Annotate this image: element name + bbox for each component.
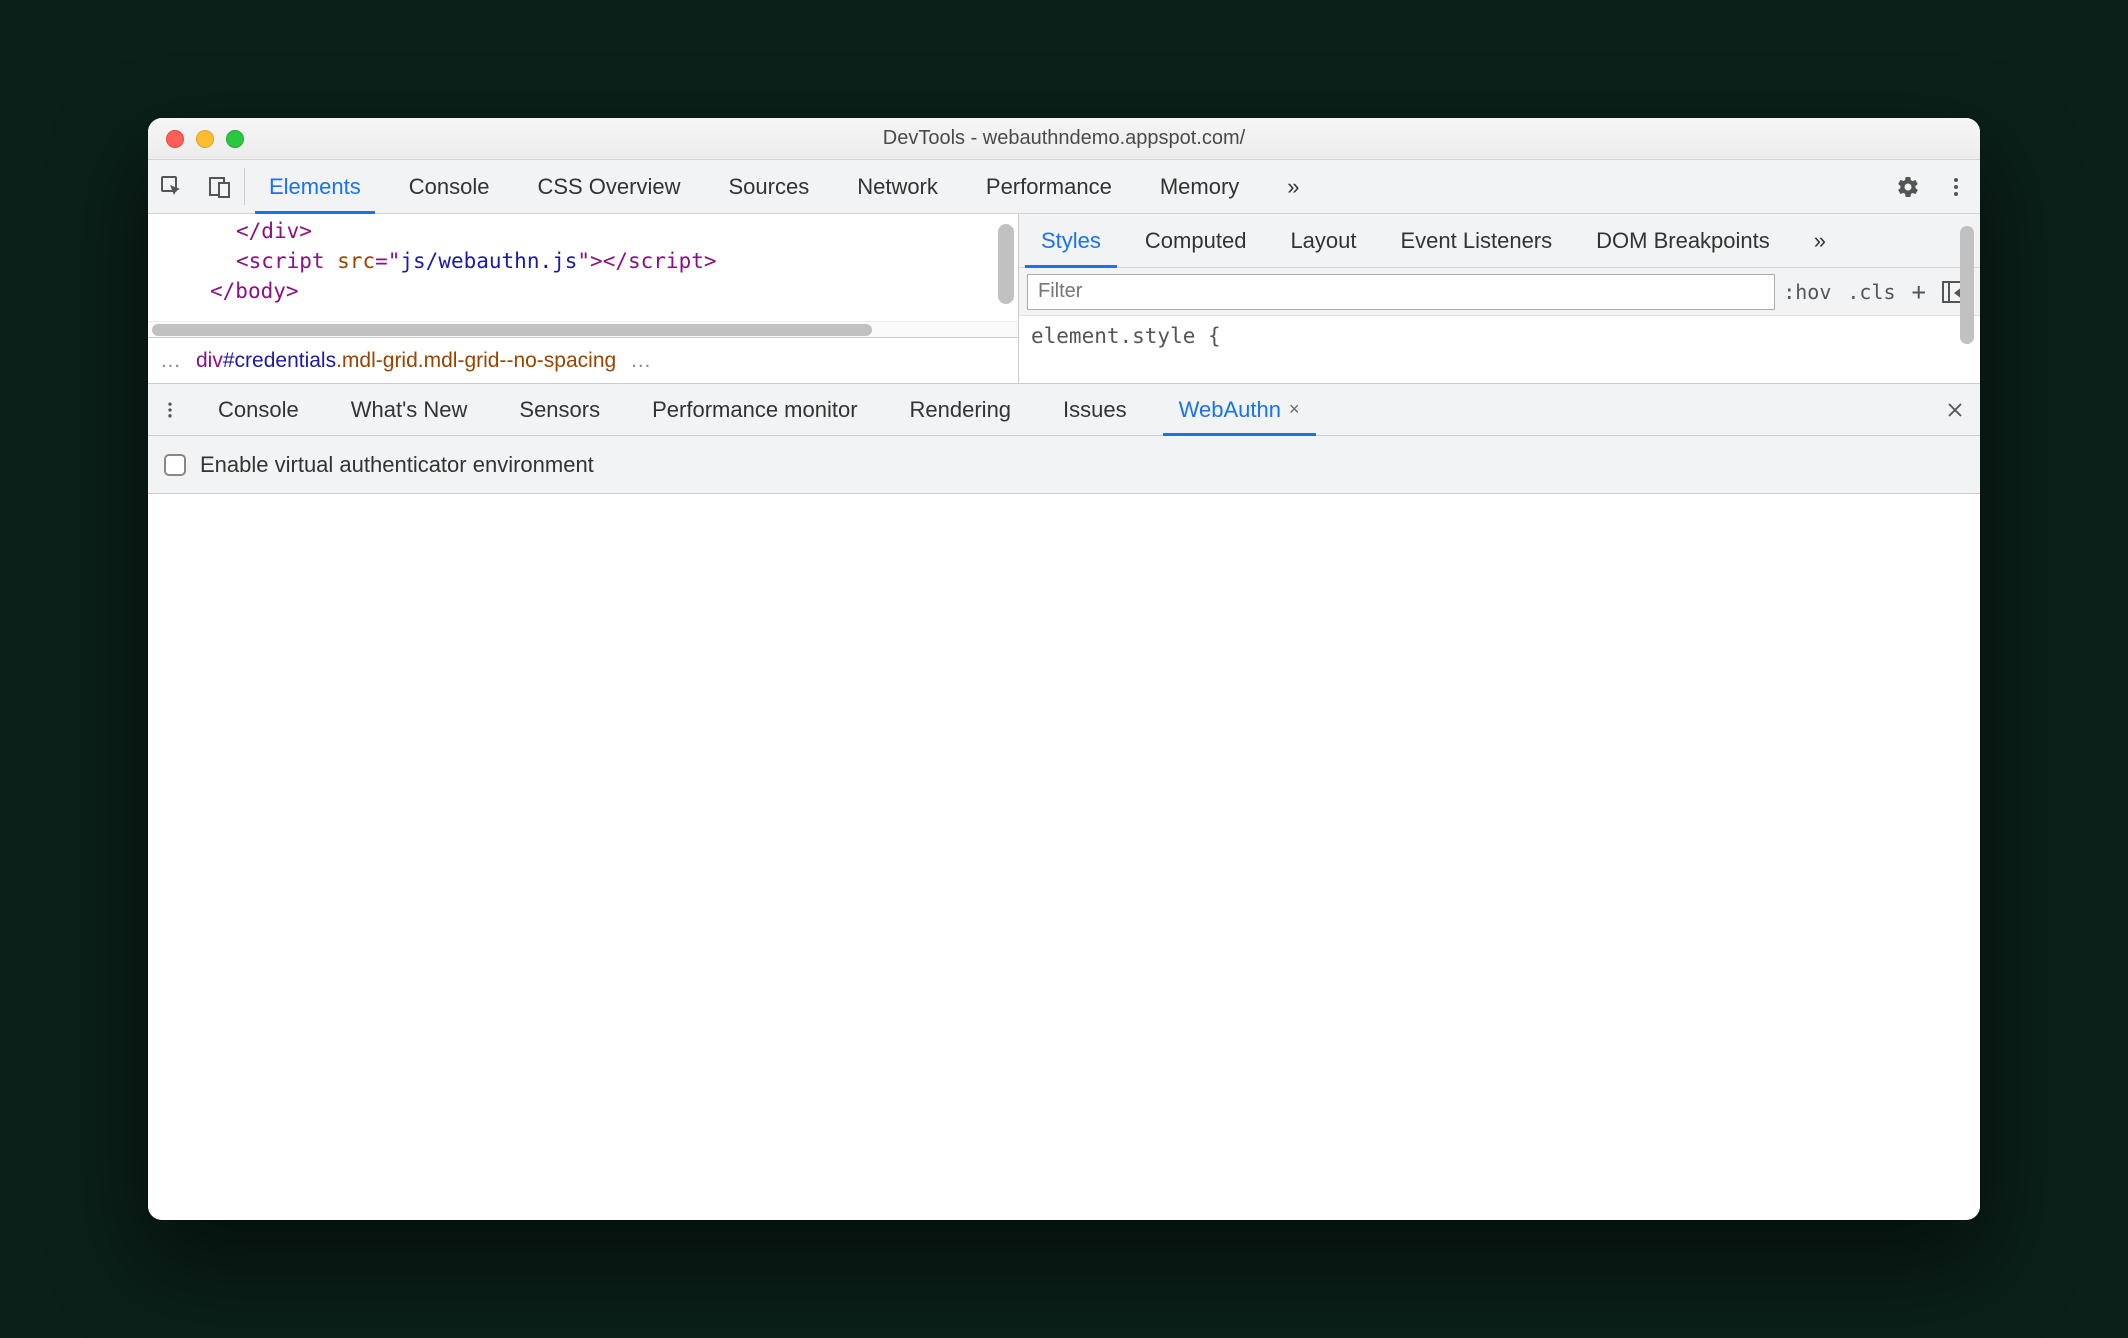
dom-tree-panel: </div> <script src="js/webauthn.js"></sc… (148, 214, 1019, 383)
breadcrumb-node[interactable]: div#credentials.mdl-grid.mdl-grid--no-sp… (196, 349, 616, 373)
maximize-window-button[interactable] (226, 130, 244, 148)
styles-panel: Styles Computed Layout Event Listeners D… (1019, 214, 1980, 383)
horizontal-scrollbar[interactable] (152, 324, 872, 336)
panel-scrollbar[interactable] (1960, 226, 1974, 344)
tab-console[interactable]: Console (385, 160, 514, 213)
kebab-menu-button[interactable] (1932, 175, 1980, 199)
webauthn-toolbar: Enable virtual authenticator environment (148, 436, 1980, 494)
more-vert-icon (160, 400, 180, 420)
tab-css-overview[interactable]: CSS Overview (513, 160, 704, 213)
minimize-window-button[interactable] (196, 130, 214, 148)
drawer-tab-perfmon[interactable]: Performance monitor (626, 384, 883, 435)
inspect-element-icon[interactable] (148, 160, 196, 213)
webauthn-empty-area (148, 494, 1980, 1220)
vertical-scrollbar[interactable] (998, 224, 1014, 304)
tab-memory[interactable]: Memory (1136, 160, 1263, 213)
dom-breadcrumb[interactable]: … div#credentials.mdl-grid.mdl-grid--no-… (148, 337, 1018, 383)
close-icon (1946, 401, 1964, 419)
styles-tools: :hov .cls + (1783, 278, 1980, 306)
drawer-tab-console[interactable]: Console (192, 384, 325, 435)
tab-event-listeners[interactable]: Event Listeners (1379, 214, 1575, 267)
enable-virtual-authenticator-checkbox[interactable] (164, 454, 186, 476)
tab-label: CSS Overview (537, 174, 680, 200)
tab-computed[interactable]: Computed (1123, 214, 1269, 267)
drawer-tab-issues[interactable]: Issues (1037, 384, 1153, 435)
drawer-tabbar: Console What's New Sensors Performance m… (148, 384, 1980, 436)
tab-performance[interactable]: Performance (962, 160, 1136, 213)
styles-filter-row: :hov .cls + (1019, 268, 1980, 316)
tab-elements[interactable]: Elements (245, 160, 385, 213)
tab-sources[interactable]: Sources (704, 160, 833, 213)
tab-label: Console (409, 174, 490, 200)
cls-toggle[interactable]: .cls (1847, 280, 1895, 304)
tab-layout[interactable]: Layout (1268, 214, 1378, 267)
tab-dom-breakpoints[interactable]: DOM Breakpoints (1574, 214, 1792, 267)
dom-source[interactable]: </div> <script src="js/webauthn.js"></sc… (148, 214, 1018, 321)
close-drawer-button[interactable] (1930, 384, 1980, 435)
more-vert-icon (1944, 175, 1968, 199)
breadcrumb-ellipsis[interactable]: … (160, 349, 182, 373)
tab-network[interactable]: Network (833, 160, 962, 213)
new-style-rule-button[interactable]: + (1912, 278, 1926, 306)
styles-filter-input[interactable] (1027, 274, 1775, 310)
window-title: DevTools - webauthndemo.appspot.com/ (148, 127, 1980, 150)
tab-label: Memory (1160, 174, 1239, 200)
window-titlebar: DevTools - webauthndemo.appspot.com/ (148, 118, 1980, 160)
settings-button[interactable] (1884, 175, 1932, 199)
elements-panel-split: </div> <script src="js/webauthn.js"></sc… (148, 214, 1980, 384)
device-toolbar-icon[interactable] (196, 160, 244, 213)
drawer-tab-whatsnew[interactable]: What's New (325, 384, 494, 435)
toolbar-right (1884, 160, 1980, 213)
main-tabbar: Elements Console CSS Overview Sources Ne… (148, 160, 1980, 214)
chevron-right-icon: » (1287, 174, 1299, 200)
horizontal-scroll-track (148, 321, 1018, 337)
close-window-button[interactable] (166, 130, 184, 148)
breadcrumb-ellipsis[interactable]: … (630, 349, 652, 373)
tab-styles[interactable]: Styles (1019, 214, 1123, 267)
devtools-window: DevTools - webauthndemo.appspot.com/ Ele… (148, 118, 1980, 1220)
tab-label: Network (857, 174, 938, 200)
window-controls (148, 130, 244, 148)
drawer-tab-sensors[interactable]: Sensors (493, 384, 626, 435)
styles-tabbar: Styles Computed Layout Event Listeners D… (1019, 214, 1980, 268)
enable-virtual-authenticator-label: Enable virtual authenticator environment (200, 452, 594, 478)
drawer-tab-webauthn[interactable]: WebAuthn × (1153, 384, 1326, 435)
styles-body[interactable]: element.style { (1019, 316, 1980, 356)
drawer-menu-button[interactable] (148, 384, 192, 435)
tab-label: Elements (269, 174, 361, 200)
close-tab-icon[interactable]: × (1289, 399, 1300, 420)
more-tabs-button[interactable]: » (1263, 160, 1323, 213)
gear-icon (1896, 175, 1920, 199)
hover-toggle[interactable]: :hov (1783, 280, 1831, 304)
chevron-right-icon: » (1814, 228, 1826, 254)
drawer-tab-rendering[interactable]: Rendering (884, 384, 1038, 435)
tab-label: Performance (986, 174, 1112, 200)
more-styles-tabs[interactable]: » (1792, 214, 1848, 267)
tab-label: Sources (728, 174, 809, 200)
